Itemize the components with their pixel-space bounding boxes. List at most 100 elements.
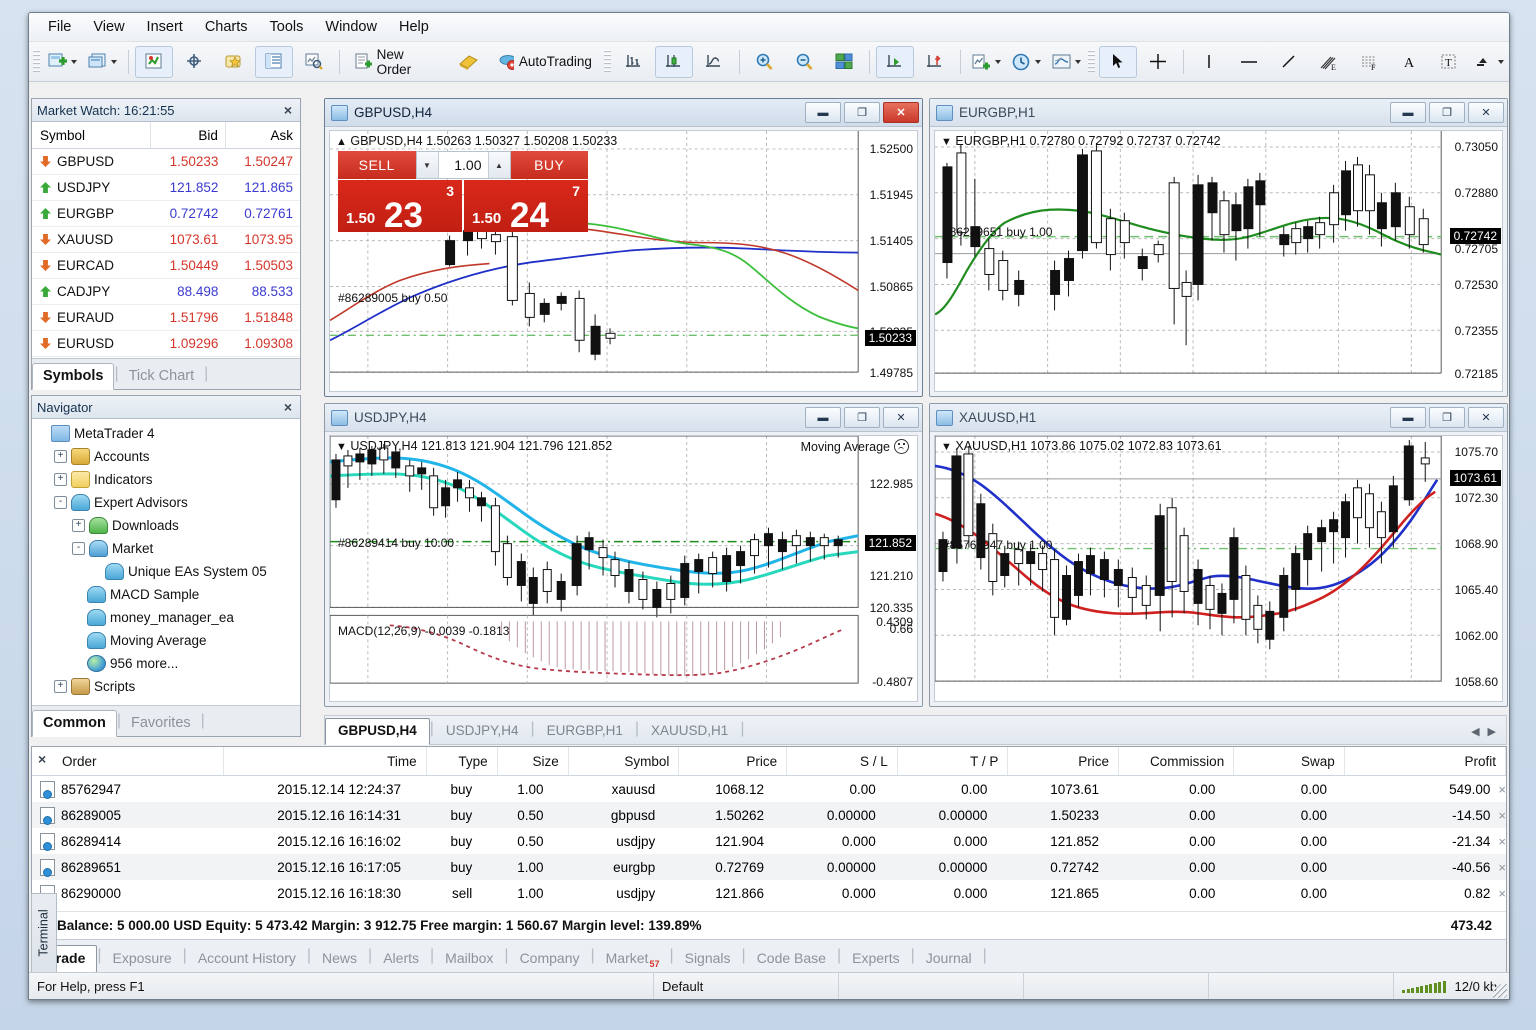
bar-chart-icon[interactable] [615, 46, 653, 78]
terminal-tab-journal[interactable]: Journal [915, 946, 983, 972]
nav-tab-favorites[interactable]: Favorites [121, 711, 201, 736]
close-position-icon[interactable]: × [1498, 886, 1506, 901]
table-row[interactable]: 86289651 2015.12.16 16:17:05 buy 1.00 eurgbp… [32, 854, 1506, 880]
minimize-button[interactable]: ▬ [805, 102, 841, 123]
metaeditor-button[interactable] [450, 46, 488, 78]
chart-tab-scroll[interactable]: ◀ ▶ [1461, 725, 1506, 744]
column-bid[interactable]: Bid [151, 122, 226, 148]
menu-item-view[interactable]: View [82, 16, 135, 38]
terminal-column-9[interactable]: Commission [1119, 747, 1235, 775]
terminal-tab-mailbox[interactable]: Mailbox [434, 946, 504, 972]
buy-price-button[interactable]: 1.50 24 7 [464, 180, 588, 233]
expand-toggle-icon[interactable]: + [54, 680, 67, 693]
close-icon[interactable]: × [281, 399, 295, 415]
maximize-button[interactable]: ❐ [1429, 102, 1465, 123]
nav-item-money-manager-ea[interactable]: money_manager_ea [36, 606, 300, 629]
market-watch-row[interactable]: EURGBP 0.72742 0.72761 [32, 201, 300, 227]
menu-item-insert[interactable]: Insert [136, 16, 194, 38]
terminal-button[interactable] [254, 45, 293, 78]
equidistant-channel-icon[interactable]: E [1310, 46, 1348, 78]
strategy-tester-button[interactable] [295, 46, 333, 78]
terminal-column-11[interactable]: Profit [1345, 747, 1507, 775]
menu-item-window[interactable]: Window [314, 16, 388, 38]
volume-up-icon[interactable]: ▲ [487, 152, 510, 178]
crosshair-tool-icon[interactable] [1139, 46, 1177, 78]
toolbar-grip-3[interactable] [1088, 49, 1096, 74]
chart-title-bar[interactable]: EURGBP,H1 ▬ ❐ ✕ [930, 99, 1507, 127]
chart-window-xauusd[interactable]: XAUUSD,H1 ▬ ❐ ✕ ▼ XAUUSD,H1 1073.86 1075… [929, 403, 1508, 707]
arrows-icon[interactable] [1470, 46, 1508, 78]
close-position-icon[interactable]: × [1498, 782, 1506, 797]
nav-item-indicators[interactable]: + Indicators [36, 468, 300, 491]
candlestick-chart-icon[interactable] [654, 45, 693, 78]
chart-title-bar[interactable]: XAUUSD,H1 ▬ ❐ ✕ [930, 404, 1507, 432]
terminal-tab-account-history[interactable]: Account History [187, 946, 307, 972]
maximize-button[interactable]: ❐ [844, 407, 880, 428]
menu-item-help[interactable]: Help [388, 16, 440, 38]
buy-button[interactable]: BUY [510, 151, 588, 179]
terminal-tab-signals[interactable]: Signals [674, 946, 742, 972]
terminal-close-icon[interactable]: × [38, 751, 46, 767]
chart-title-bar[interactable]: USDJPY,H4 ▬ ❐ ✕ [325, 404, 922, 432]
auto-scroll-icon[interactable] [876, 45, 915, 78]
chevron-down-icon[interactable] [994, 59, 1001, 64]
scroll-left-icon[interactable]: ◀ [1471, 725, 1479, 738]
market-watch-row[interactable]: CADJPY 88.498 88.533 [32, 279, 300, 305]
nav-item-956-more-[interactable]: 956 more... [36, 652, 300, 675]
volume-value[interactable]: 1.00 [439, 152, 488, 178]
chart-tab-usdjpy-h4[interactable]: USDJPY,H4 [434, 719, 531, 744]
terminal-column-2[interactable]: Type [427, 747, 498, 775]
vertical-line-icon[interactable] [1190, 46, 1228, 78]
nav-item-expert-advisors[interactable]: - Expert Advisors [36, 491, 300, 514]
market-watch-button[interactable] [134, 45, 173, 78]
chart-tab-xauusd-h1[interactable]: XAUUSD,H1 [639, 719, 740, 744]
maximize-button[interactable]: ❐ [1429, 407, 1465, 428]
menu-item-tools[interactable]: Tools [259, 16, 315, 38]
chart-shift-icon[interactable] [916, 46, 954, 78]
autotrading-button[interactable]: AutoTrading [490, 46, 601, 78]
terminal-tab-exposure[interactable]: Exposure [102, 946, 183, 972]
terminal-tab-market[interactable]: Market57 [595, 946, 670, 972]
close-button[interactable]: ✕ [1468, 407, 1504, 428]
sell-button[interactable]: SELL [338, 151, 416, 179]
chevron-down-icon[interactable] [71, 59, 78, 64]
maximize-button[interactable]: ❐ [844, 102, 880, 123]
line-chart-icon[interactable] [695, 46, 733, 78]
market-watch-row[interactable]: USDJPY 121.852 121.865 [32, 175, 300, 201]
table-row[interactable]: 86290000 2015.12.16 16:18:30 sell 1.00 usdjp… [32, 880, 1506, 906]
data-window-button[interactable] [175, 46, 213, 78]
sell-price-button[interactable]: 1.50 23 3 [338, 180, 462, 233]
nav-item-unique-eas-system-05[interactable]: Unique EAs System 05 [36, 560, 300, 583]
expand-toggle-icon[interactable]: + [54, 473, 67, 486]
zoom-in-icon[interactable] [745, 46, 783, 78]
terminal-tab-experts[interactable]: Experts [841, 946, 910, 972]
templates-icon[interactable] [1047, 46, 1085, 78]
new-order-button[interactable]: New Order [346, 46, 448, 78]
mw-tab-tick-chart[interactable]: Tick Chart [119, 364, 205, 389]
terminal-column-0[interactable]: Order [32, 747, 225, 775]
menu-item-charts[interactable]: Charts [194, 16, 259, 38]
new-chart-button[interactable] [44, 46, 82, 78]
nav-tab-common[interactable]: Common [32, 710, 117, 737]
text-tool-icon[interactable]: A [1390, 46, 1428, 78]
terminal-tab-code-base[interactable]: Code Base [746, 946, 837, 972]
menu-item-file[interactable]: File [37, 16, 82, 38]
chart-window-gbpusd[interactable]: GBPUSD,H4 ▬ ❐ ✕ ▲ GBPUSD,H4 1.50263 1.50… [324, 98, 923, 397]
terminal-tab-news[interactable]: News [311, 946, 368, 972]
tile-windows-icon[interactable] [825, 46, 863, 78]
horizontal-line-icon[interactable] [1230, 46, 1268, 78]
close-position-icon[interactable]: × [1498, 834, 1506, 849]
expand-toggle-icon[interactable]: + [54, 450, 67, 463]
terminal-tab-company[interactable]: Company [509, 946, 591, 972]
table-row[interactable]: 86289005 2015.12.16 16:14:31 buy 0.50 gbpusd… [32, 802, 1506, 828]
scroll-right-icon[interactable]: ▶ [1488, 725, 1496, 738]
terminal-column-1[interactable]: Time [224, 747, 427, 775]
close-button[interactable]: ✕ [883, 407, 919, 428]
chevron-down-icon[interactable] [1034, 59, 1041, 64]
status-connection[interactable]: 12/0 kb [1394, 973, 1505, 999]
trendline-icon[interactable] [1270, 46, 1308, 78]
terminal-column-5[interactable]: Price [679, 747, 788, 775]
expand-toggle-icon[interactable]: - [54, 496, 67, 509]
column-symbol[interactable]: Symbol [32, 122, 151, 148]
toolbar-grip-2[interactable] [603, 49, 611, 74]
